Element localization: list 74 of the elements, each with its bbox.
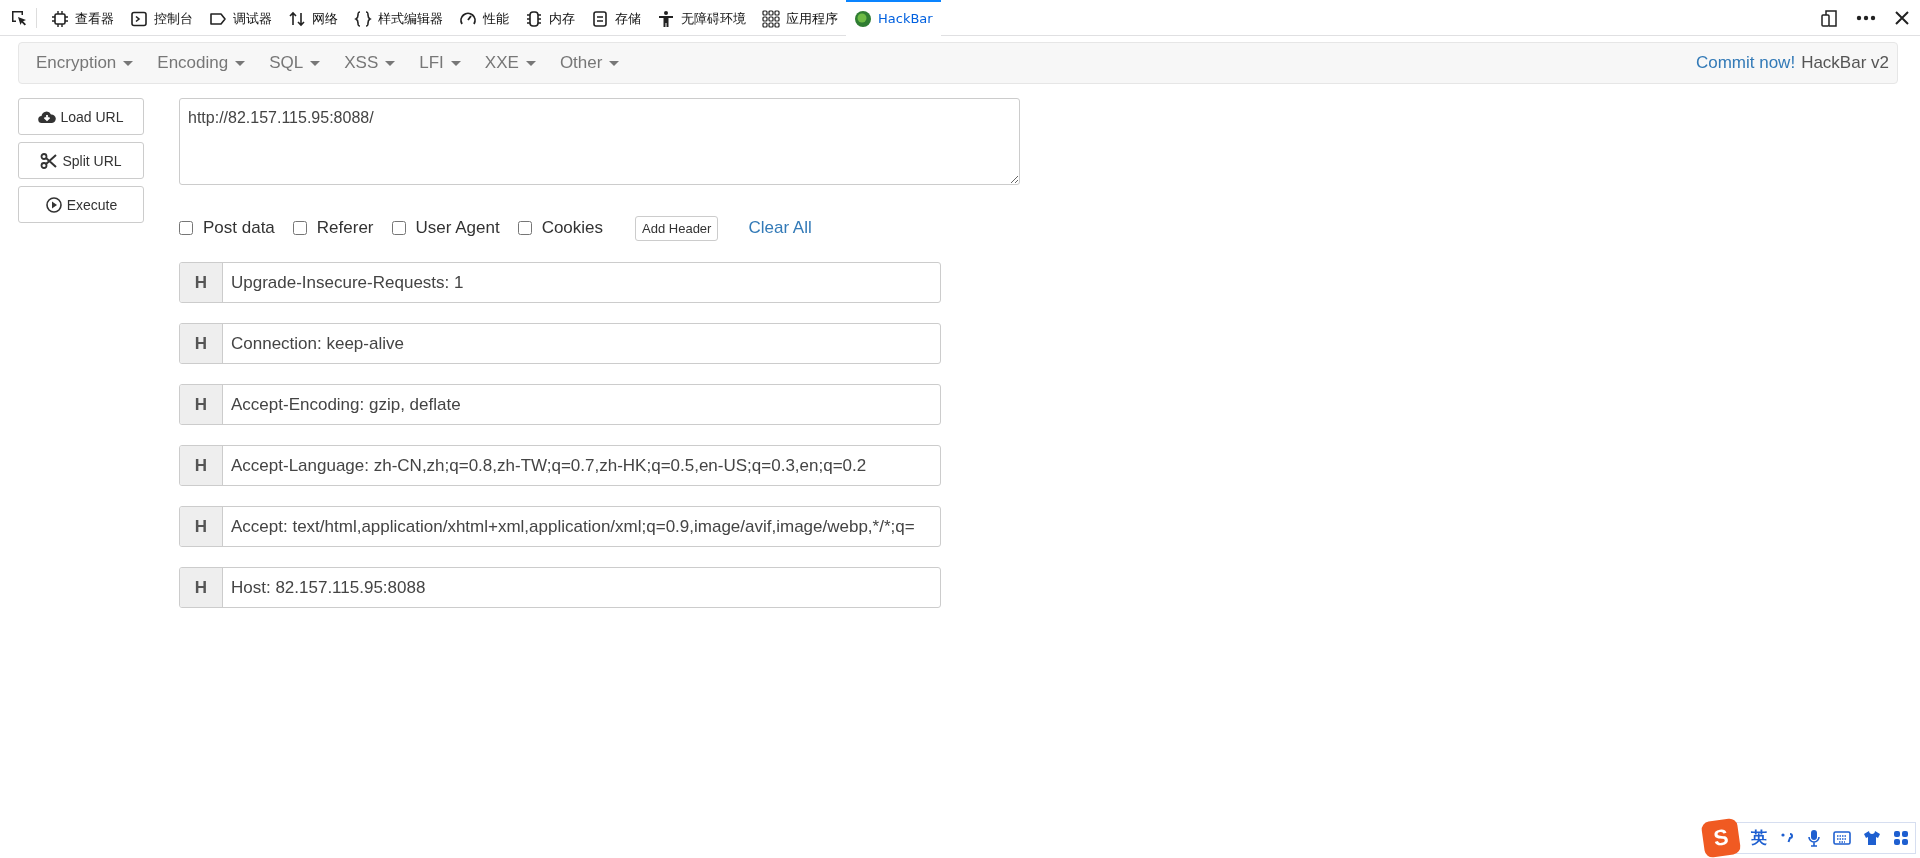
responsive-design-icon[interactable] xyxy=(1820,8,1838,27)
devtools-tab[interactable]: 无障碍环境 xyxy=(649,0,754,36)
caret-icon xyxy=(525,60,536,66)
ime-mode-toggle[interactable]: 英 xyxy=(1751,827,1767,849)
menu-dropdown[interactable]: Other xyxy=(550,45,629,81)
console-icon xyxy=(130,9,148,28)
header-field[interactable]: H Accept-Language: zh-CN,zh;q=0.8,zh-TW;q=0.7,zh-HK;q=0.5,en-US;q=0.3,en;q=0.2 xyxy=(179,445,941,486)
hackbar-logo-icon xyxy=(854,9,872,28)
header-field[interactable]: H Accept: text/html,application/xhtml+xml,application/xml;q=0.9,image/avif,image/webp,*/*;q= xyxy=(179,506,941,547)
option-label: User Agent xyxy=(415,218,500,238)
load-url-button[interactable]: Load URL xyxy=(18,98,144,135)
option-label: Referer xyxy=(316,218,374,238)
menu-dropdown[interactable]: SQL xyxy=(260,45,330,81)
menu-dropdown[interactable]: XXE xyxy=(475,45,545,81)
devtools-tab[interactable]: 存储 xyxy=(583,0,649,36)
option-checkbox[interactable] xyxy=(179,221,193,235)
punctuation-icon[interactable] xyxy=(1779,831,1795,845)
option-label: Cookies xyxy=(541,218,604,238)
devtools-tab[interactable]: 内存 xyxy=(517,0,583,36)
accessibility-person-icon xyxy=(657,9,675,28)
devtools-tab[interactable]: 网络 xyxy=(280,0,346,36)
menu-dropdown[interactable]: Encryption xyxy=(27,45,143,81)
clear-all-link[interactable]: Clear All xyxy=(748,218,812,238)
url-field[interactable]: http://82.157.115.95:8088/ xyxy=(179,98,1020,185)
pick-element-icon[interactable] xyxy=(10,8,28,27)
header-field[interactable]: H Connection: keep-alive xyxy=(179,323,941,364)
header-prefix: H xyxy=(180,446,223,485)
header-field[interactable]: H Host: 82.157.115.95:8088 xyxy=(179,567,941,608)
caret-icon xyxy=(450,60,461,66)
header-field[interactable]: H Upgrade-Insecure-Requests: 1 xyxy=(179,262,941,303)
apps-icon[interactable] xyxy=(1893,830,1909,846)
scissors-icon xyxy=(40,152,59,169)
network-arrows-icon xyxy=(288,9,306,28)
devtools-tab[interactable]: 查看器 xyxy=(43,0,122,36)
header-prefix: H xyxy=(180,324,223,363)
braces-icon xyxy=(354,9,372,28)
split-url-button[interactable]: Split URL xyxy=(18,142,144,179)
devtools-tab[interactable]: HackBar xyxy=(846,0,941,36)
microphone-icon[interactable] xyxy=(1807,829,1821,847)
header-field[interactable]: H Accept-Encoding: gzip, deflate xyxy=(179,384,941,425)
option-label: Post data xyxy=(203,218,275,238)
header-prefix: H xyxy=(180,263,223,302)
add-header-button[interactable]: Add Header xyxy=(635,215,719,241)
shirt-icon[interactable] xyxy=(1863,830,1881,846)
option-checkbox[interactable] xyxy=(517,221,532,235)
option-checkbox[interactable] xyxy=(292,221,307,235)
caret-icon xyxy=(609,60,620,66)
devtools-tab[interactable]: 性能 xyxy=(451,0,517,36)
brand-label: HackBar v2 xyxy=(1801,53,1889,73)
grid-icon xyxy=(762,9,780,28)
execute-button[interactable]: Execute xyxy=(18,186,144,223)
menu-dropdown[interactable]: Encoding xyxy=(148,45,255,81)
menu-dropdown[interactable]: XSS xyxy=(335,45,405,81)
header-prefix: H xyxy=(180,385,223,424)
option-checkbox[interactable] xyxy=(391,221,406,235)
keyboard-icon[interactable] xyxy=(1833,831,1851,845)
devtools-tab[interactable]: 控制台 xyxy=(122,0,201,36)
storage-icon xyxy=(591,9,609,28)
memory-chip-icon xyxy=(525,9,543,28)
caret-icon xyxy=(235,60,246,66)
header-prefix: H xyxy=(180,507,223,546)
header-prefix: H xyxy=(180,568,223,607)
commit-link[interactable]: Commit now! xyxy=(1695,53,1796,73)
caret-icon xyxy=(123,60,134,66)
more-options-icon[interactable] xyxy=(1856,14,1876,21)
close-icon[interactable] xyxy=(1894,9,1910,26)
devtools-tab[interactable]: 应用程序 xyxy=(754,0,846,36)
caret-icon xyxy=(310,60,321,66)
devtools-tab[interactable]: 调试器 xyxy=(201,0,280,36)
menu-dropdown[interactable]: LFI xyxy=(410,45,470,81)
play-circle-icon xyxy=(44,196,63,213)
devtools-tab[interactable]: 样式编辑器 xyxy=(346,0,451,36)
inspector-chip-icon xyxy=(51,9,69,28)
caret-icon xyxy=(385,60,396,66)
